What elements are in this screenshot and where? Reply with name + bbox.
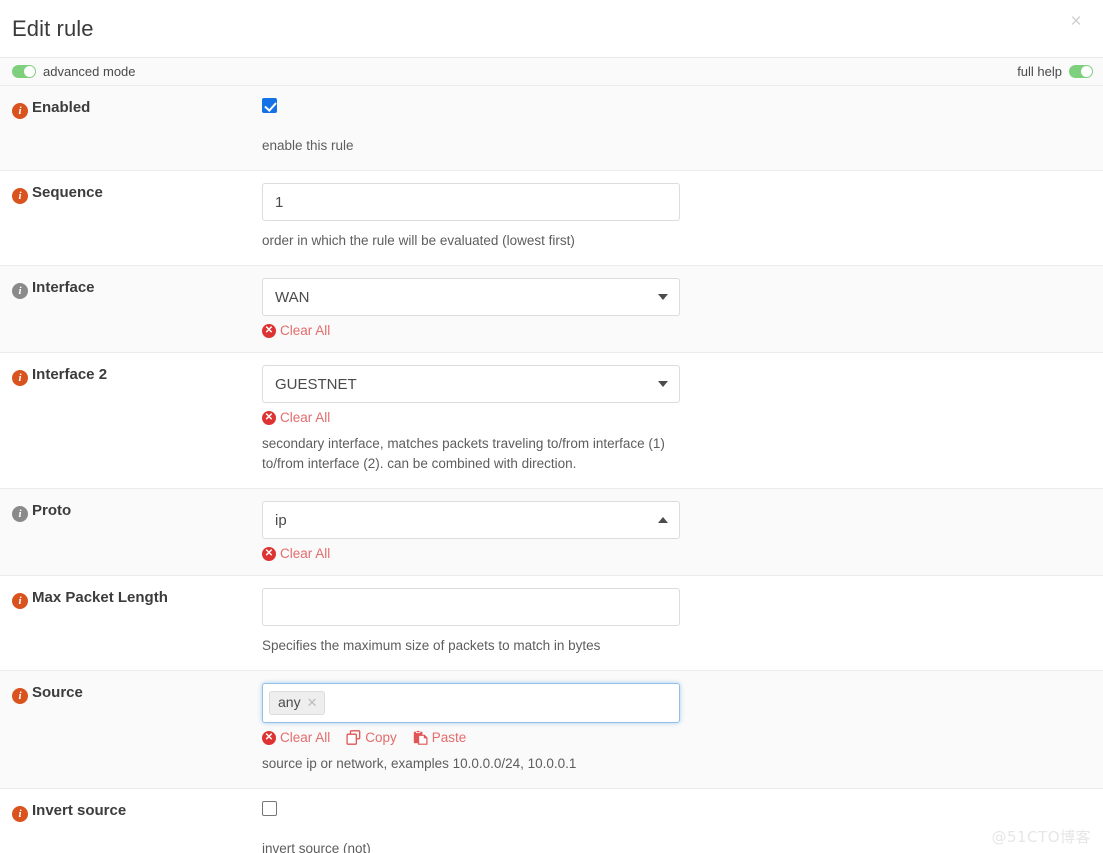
paste-label: Paste	[431, 730, 467, 745]
form-row-proto: i Proto ip ✕ Clear All	[0, 488, 1103, 576]
field-cell-proto: ip ✕ Clear All	[255, 489, 1103, 576]
chevron-up-icon	[658, 517, 668, 523]
full-help-toggle[interactable]	[1069, 65, 1093, 78]
full-help-group: full help	[1017, 64, 1093, 79]
interface2-actions: ✕ Clear All	[262, 410, 1093, 425]
remove-token-icon[interactable]: ✕	[307, 696, 318, 709]
form-row-source: i Source any ✕ ✕ Clear All Copy Paste so…	[0, 670, 1103, 789]
close-icon[interactable]: ×	[1063, 8, 1089, 34]
field-cell-invert-source: invert source (not)	[255, 789, 1103, 853]
copy-label: Copy	[365, 730, 397, 745]
help-text-sequence: order in which the rule will be evaluate…	[262, 233, 575, 248]
label-cell-interface2: i Interface 2	[0, 353, 255, 489]
page-title: Edit rule	[12, 15, 94, 41]
field-label-proto: Proto	[32, 502, 72, 519]
info-icon[interactable]: i	[12, 103, 28, 119]
field-label-invert-source: Invert source	[32, 802, 127, 819]
field-label-source: Source	[32, 684, 83, 701]
form-row-enabled: i Enabled enable this rule	[0, 86, 1103, 171]
field-cell-interface: WAN ✕ Clear All	[255, 266, 1103, 353]
label-cell-enabled: i Enabled	[0, 86, 255, 171]
clear-all-label: Clear All	[280, 410, 331, 425]
help-text-max-packet-length: Specifies the maximum size of packets to…	[262, 638, 601, 653]
interface-select[interactable]: WAN	[262, 278, 680, 316]
info-icon[interactable]: i	[12, 806, 28, 822]
copy-link[interactable]: Copy	[346, 730, 397, 745]
interface2-select[interactable]: GUESTNET	[262, 365, 680, 403]
label-cell-source: i Source	[0, 671, 255, 789]
chevron-down-icon	[658, 381, 668, 387]
edit-rule-form: iEnabled enable this rule iSequence orde…	[0, 86, 1103, 853]
watermark: @51CTO博客	[991, 828, 1091, 846]
advanced-mode-label: advanced mode	[43, 64, 136, 79]
label-cell-max-packet-length: i Max Packet Length	[0, 576, 255, 671]
form-row-invert-source: i Invert source invert source (not)	[0, 788, 1103, 853]
clear-all-label: Clear All	[280, 730, 331, 745]
clear-circle-x-icon: ✕	[262, 546, 276, 561]
label-cell-sequence: i Sequence	[0, 171, 255, 266]
info-icon[interactable]: i	[12, 188, 28, 204]
advanced-mode-group: advanced mode	[12, 64, 136, 79]
interface-select-value: WAN	[275, 288, 310, 306]
field-cell-interface2: GUESTNET ✕ Clear All secondary interface…	[255, 353, 1103, 489]
field-cell-enabled: enable this rule	[255, 86, 1103, 171]
form-row-interface: i Interface WAN ✕ Clear All	[0, 265, 1103, 353]
form-row-max-packet-length: i Max Packet Length Specifies the maximum…	[0, 575, 1103, 671]
paste-icon	[413, 730, 428, 745]
info-icon[interactable]: i	[12, 593, 28, 609]
advanced-mode-toggle[interactable]	[12, 65, 36, 78]
clear-all-link[interactable]: ✕ Clear All	[262, 323, 330, 338]
proto-actions: ✕ Clear All	[262, 546, 1093, 561]
chevron-down-icon	[658, 294, 668, 300]
mode-bar: advanced mode full help	[0, 58, 1103, 86]
clear-circle-x-icon: ✕	[262, 323, 276, 338]
info-icon[interactable]: i	[12, 506, 28, 522]
clear-all-label: Clear All	[280, 546, 331, 561]
clear-all-link[interactable]: ✕ Clear All	[262, 410, 330, 425]
field-label-enabled: Enabled	[32, 99, 91, 116]
paste-link[interactable]: Paste	[413, 730, 467, 745]
source-token[interactable]: any ✕	[269, 690, 326, 716]
clear-circle-x-icon: ✕	[262, 730, 276, 745]
field-cell-source: any ✕ ✕ Clear All Copy Paste source ip o…	[255, 671, 1103, 789]
interface2-select-value: GUESTNET	[275, 375, 357, 393]
info-icon[interactable]: i	[12, 688, 28, 704]
proto-select-value: ip	[275, 511, 287, 529]
label-cell-proto: i Proto	[0, 489, 255, 576]
field-label-interface2: Interface 2	[32, 366, 108, 383]
help-text-invert-source: invert source (not)	[262, 841, 371, 853]
invert-source-checkbox[interactable]	[262, 801, 277, 816]
sequence-input[interactable]	[262, 183, 680, 221]
clear-circle-x-icon: ✕	[262, 410, 276, 425]
field-label-interface: Interface	[32, 279, 95, 296]
form-row-sequence: iSequence order in which the rule will b…	[0, 170, 1103, 266]
form-row-interface2: i Interface 2 GUESTNET ✕ Clear All second…	[0, 352, 1103, 489]
help-text-enabled: enable this rule	[262, 138, 354, 153]
full-help-label: full help	[1017, 64, 1062, 79]
label-cell-invert-source: i Invert source	[0, 789, 255, 853]
interface-actions: ✕ Clear All	[262, 323, 1093, 338]
field-label-max-packet-length: Max Packet Length	[32, 589, 168, 606]
field-label-sequence: Sequence	[32, 184, 103, 201]
info-icon[interactable]: i	[12, 370, 28, 386]
clear-all-label: Clear All	[280, 323, 331, 338]
modal-header: Edit rule ×	[0, 0, 1103, 57]
proto-select[interactable]: ip	[262, 501, 680, 539]
label-cell-interface: i Interface	[0, 266, 255, 353]
source-token-label: any	[278, 693, 301, 710]
clear-all-link[interactable]: ✕ Clear All	[262, 730, 330, 745]
field-cell-sequence: order in which the rule will be evaluate…	[255, 171, 1103, 266]
max-packet-length-input[interactable]	[262, 588, 680, 626]
clear-all-link[interactable]: ✕ Clear All	[262, 546, 330, 561]
copy-icon	[346, 730, 361, 745]
info-icon[interactable]: i	[12, 283, 28, 299]
help-text-source: source ip or network, examples 10.0.0.0/…	[262, 756, 577, 771]
source-actions: ✕ Clear All Copy Paste	[262, 730, 1093, 745]
help-text-interface2: secondary interface, matches packets tra…	[262, 436, 665, 471]
enabled-checkbox[interactable]	[262, 98, 277, 113]
field-cell-max-packet-length: Specifies the maximum size of packets to…	[255, 576, 1103, 671]
source-tokenfield[interactable]: any ✕	[262, 683, 680, 723]
